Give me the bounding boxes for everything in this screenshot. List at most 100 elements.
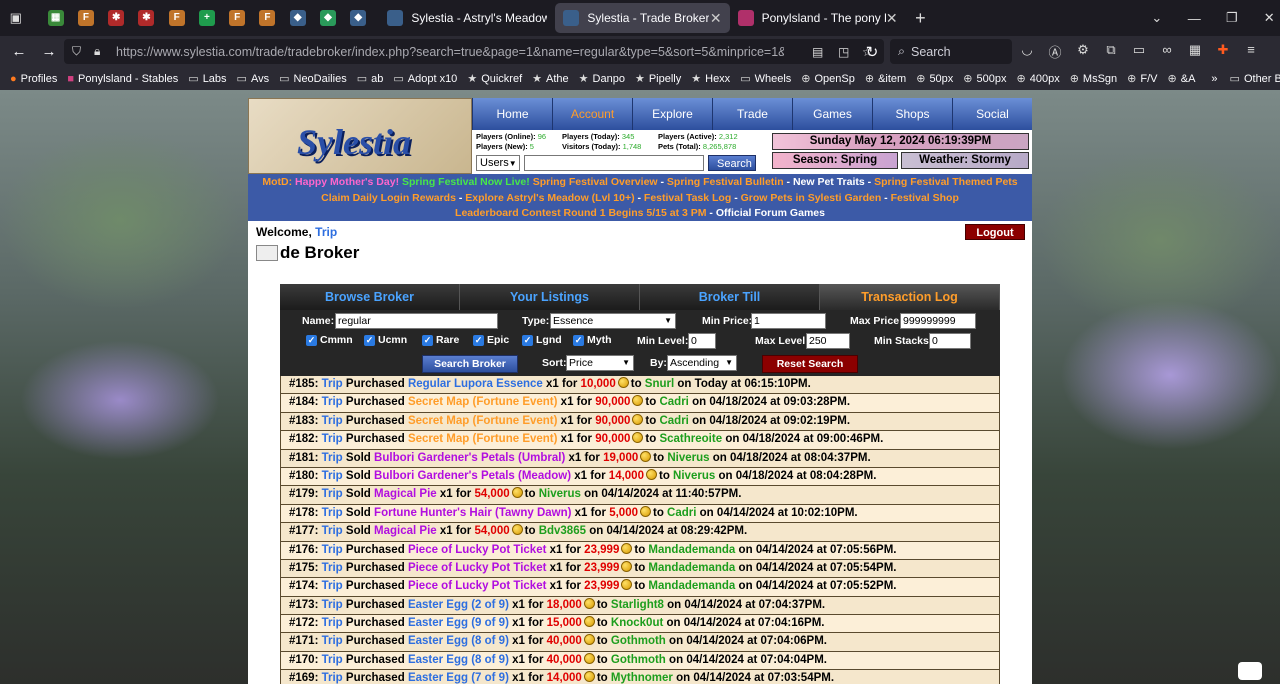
sylestia-logo[interactable]: Sylestia: [248, 98, 472, 174]
motd-link[interactable]: Happy Mother's Day!: [295, 176, 399, 188]
reset-search-button[interactable]: Reset Search: [762, 355, 858, 373]
close-tab-icon[interactable]: ✕: [886, 10, 898, 27]
user-type-select[interactable]: Users ▼: [476, 155, 520, 171]
party-link[interactable]: Niverus: [539, 488, 581, 500]
pinned-tab[interactable]: ✱: [101, 0, 131, 36]
item-link[interactable]: Bulbori Gardener's Petals (Meadow): [374, 470, 571, 482]
pinned-tab[interactable]: F: [162, 0, 192, 36]
bookmark[interactable]: ⊕ OpenSp: [801, 72, 855, 86]
username-link[interactable]: Trip: [322, 488, 343, 500]
item-link[interactable]: Easter Egg (8 of 9): [408, 635, 509, 647]
motd-link[interactable]: Spring Festival Overview: [533, 176, 658, 188]
min-price-input[interactable]: 1: [751, 313, 826, 329]
rarity-checkbox-ucmn[interactable]: ✓ Ucmn: [364, 334, 407, 346]
bookmark[interactable]: ★ Quickref: [467, 72, 522, 86]
bookmark[interactable]: ⊕ 400px: [1017, 72, 1060, 86]
rarity-checkbox-lgnd[interactable]: ✓ Lgnd: [522, 334, 562, 346]
name-input[interactable]: regular: [335, 313, 498, 329]
party-link[interactable]: Mandademanda: [648, 580, 735, 592]
restore-icon[interactable]: ❐: [1221, 7, 1242, 29]
pinned-tab[interactable]: F: [252, 0, 282, 36]
pinned-tab[interactable]: F: [222, 0, 252, 36]
menu-social[interactable]: Social: [952, 98, 1032, 130]
address-bar[interactable]: ⛉ 🔒︎ https://www.sylestia.com/trade/trad…: [64, 39, 884, 64]
item-link[interactable]: Secret Map (Fortune Event): [408, 415, 558, 427]
username-link[interactable]: Trip: [322, 396, 343, 408]
party-link[interactable]: Niverus: [667, 452, 709, 464]
party-link[interactable]: Scathreoite: [659, 433, 722, 445]
party-link[interactable]: Starlight8: [611, 599, 664, 611]
bookmark-folder[interactable]: ▭ Wheels: [740, 72, 791, 86]
extension-icon[interactable]: ▦: [1184, 42, 1206, 61]
party-link[interactable]: Cadri: [659, 396, 688, 408]
item-link[interactable]: Easter Egg (7 of 9): [408, 672, 509, 684]
username-link[interactable]: Trip: [322, 599, 343, 611]
order-select[interactable]: Ascending ▼: [667, 355, 737, 371]
rarity-checkbox-epic[interactable]: ✓ Epic: [473, 334, 509, 346]
item-link[interactable]: Secret Map (Fortune Event): [408, 433, 558, 445]
user-search-button[interactable]: Search: [708, 155, 756, 171]
extension-icon[interactable]: ⧉: [1100, 42, 1122, 61]
chat-bubble-icon[interactable]: [1238, 662, 1262, 680]
reload-icon[interactable]: ↻: [857, 37, 887, 67]
username-link[interactable]: Trip: [322, 544, 343, 556]
tab-transaction-log[interactable]: Transaction Log: [820, 284, 1000, 310]
party-link[interactable]: Knock0ut: [611, 617, 663, 629]
bookmark[interactable]: ⊕ 50px: [916, 72, 953, 86]
pinned-tab[interactable]: ◆: [283, 0, 313, 36]
username-link[interactable]: Trip: [322, 672, 343, 684]
pinned-tab[interactable]: ◆: [313, 0, 343, 36]
addon-red-icon[interactable]: ✚: [1212, 42, 1234, 61]
bookmark[interactable]: ★ Danpo: [579, 72, 625, 86]
more-bookmarks-icon[interactable]: »: [1211, 73, 1217, 85]
search-box[interactable]: ⌕ Search: [890, 39, 1012, 64]
extension-icon[interactable]: ∞: [1156, 42, 1178, 61]
type-select[interactable]: Essence ▼: [550, 313, 676, 329]
bookmark[interactable]: ⊕ F/V: [1127, 72, 1157, 86]
bookmark[interactable]: ⊕ MsSgn: [1070, 72, 1117, 86]
party-link[interactable]: Bdv3865: [539, 525, 586, 537]
bookmark[interactable]: ★ Pipelly: [635, 72, 681, 86]
bookmark-folder[interactable]: ▭ ab: [357, 72, 384, 86]
bookmark[interactable]: ⊕ &item: [865, 72, 906, 86]
browser-tab[interactable]: Sylestia - Astryl's Meadow: [379, 0, 555, 36]
username-link[interactable]: Trip: [315, 225, 337, 239]
rarity-checkbox-rare[interactable]: ✓ Rare: [422, 334, 459, 346]
url-text[interactable]: https://www.sylestia.com/trade/tradebrok…: [116, 45, 784, 59]
menu-icon[interactable]: ≡: [1240, 42, 1262, 61]
motd-link[interactable]: Leaderboard Contest Round 1 Begins 5/15 …: [455, 207, 706, 219]
username-link[interactable]: Trip: [322, 415, 343, 427]
username-link[interactable]: Trip: [322, 507, 343, 519]
party-link[interactable]: Mandademanda: [648, 562, 735, 574]
username-link[interactable]: Trip: [322, 525, 343, 537]
motd-link[interactable]: Spring Festival Themed Pets: [874, 176, 1018, 188]
username-link[interactable]: Trip: [322, 580, 343, 592]
party-link[interactable]: Snurl: [645, 378, 674, 390]
menu-shops[interactable]: Shops: [872, 98, 952, 130]
bookmark[interactable]: ★ Athe: [532, 72, 569, 86]
menu-home[interactable]: Home: [472, 98, 552, 130]
pinned-tab[interactable]: +: [192, 0, 222, 36]
back-icon[interactable]: ←: [4, 37, 34, 67]
pinned-tab[interactable]: ▦: [40, 0, 70, 36]
lock-icon[interactable]: 🔒︎: [94, 44, 100, 59]
shield-icon[interactable]: ⛉: [72, 44, 81, 59]
bookmark[interactable]: ● Profiles: [10, 73, 57, 85]
item-link[interactable]: Piece of Lucky Pot Ticket: [408, 580, 546, 592]
pip-icon[interactable]: ◳: [838, 45, 849, 59]
motd-link[interactable]: Spring Festival Bulletin: [667, 176, 784, 188]
motd-link[interactable]: Spring Festival Now Live!: [402, 176, 530, 188]
bookmark[interactable]: ⊕ 500px: [963, 72, 1006, 86]
party-link[interactable]: Mandademanda: [648, 544, 735, 556]
max-price-input[interactable]: 999999999: [900, 313, 976, 329]
motd-link[interactable]: Claim Daily Login Rewards: [321, 192, 456, 204]
reader-view-icon[interactable]: ▤: [812, 45, 823, 59]
motd-link[interactable]: New Pet Traits: [793, 176, 865, 188]
forward-icon[interactable]: →: [34, 37, 64, 67]
username-link[interactable]: Trip: [322, 452, 343, 464]
party-link[interactable]: Gothmoth: [611, 635, 666, 647]
max-level-input[interactable]: 250: [806, 333, 850, 349]
item-link[interactable]: Easter Egg (8 of 9): [408, 654, 509, 666]
item-link[interactable]: Easter Egg (9 of 9): [408, 617, 509, 629]
tab-browse-broker[interactable]: Browse Broker: [280, 284, 460, 310]
